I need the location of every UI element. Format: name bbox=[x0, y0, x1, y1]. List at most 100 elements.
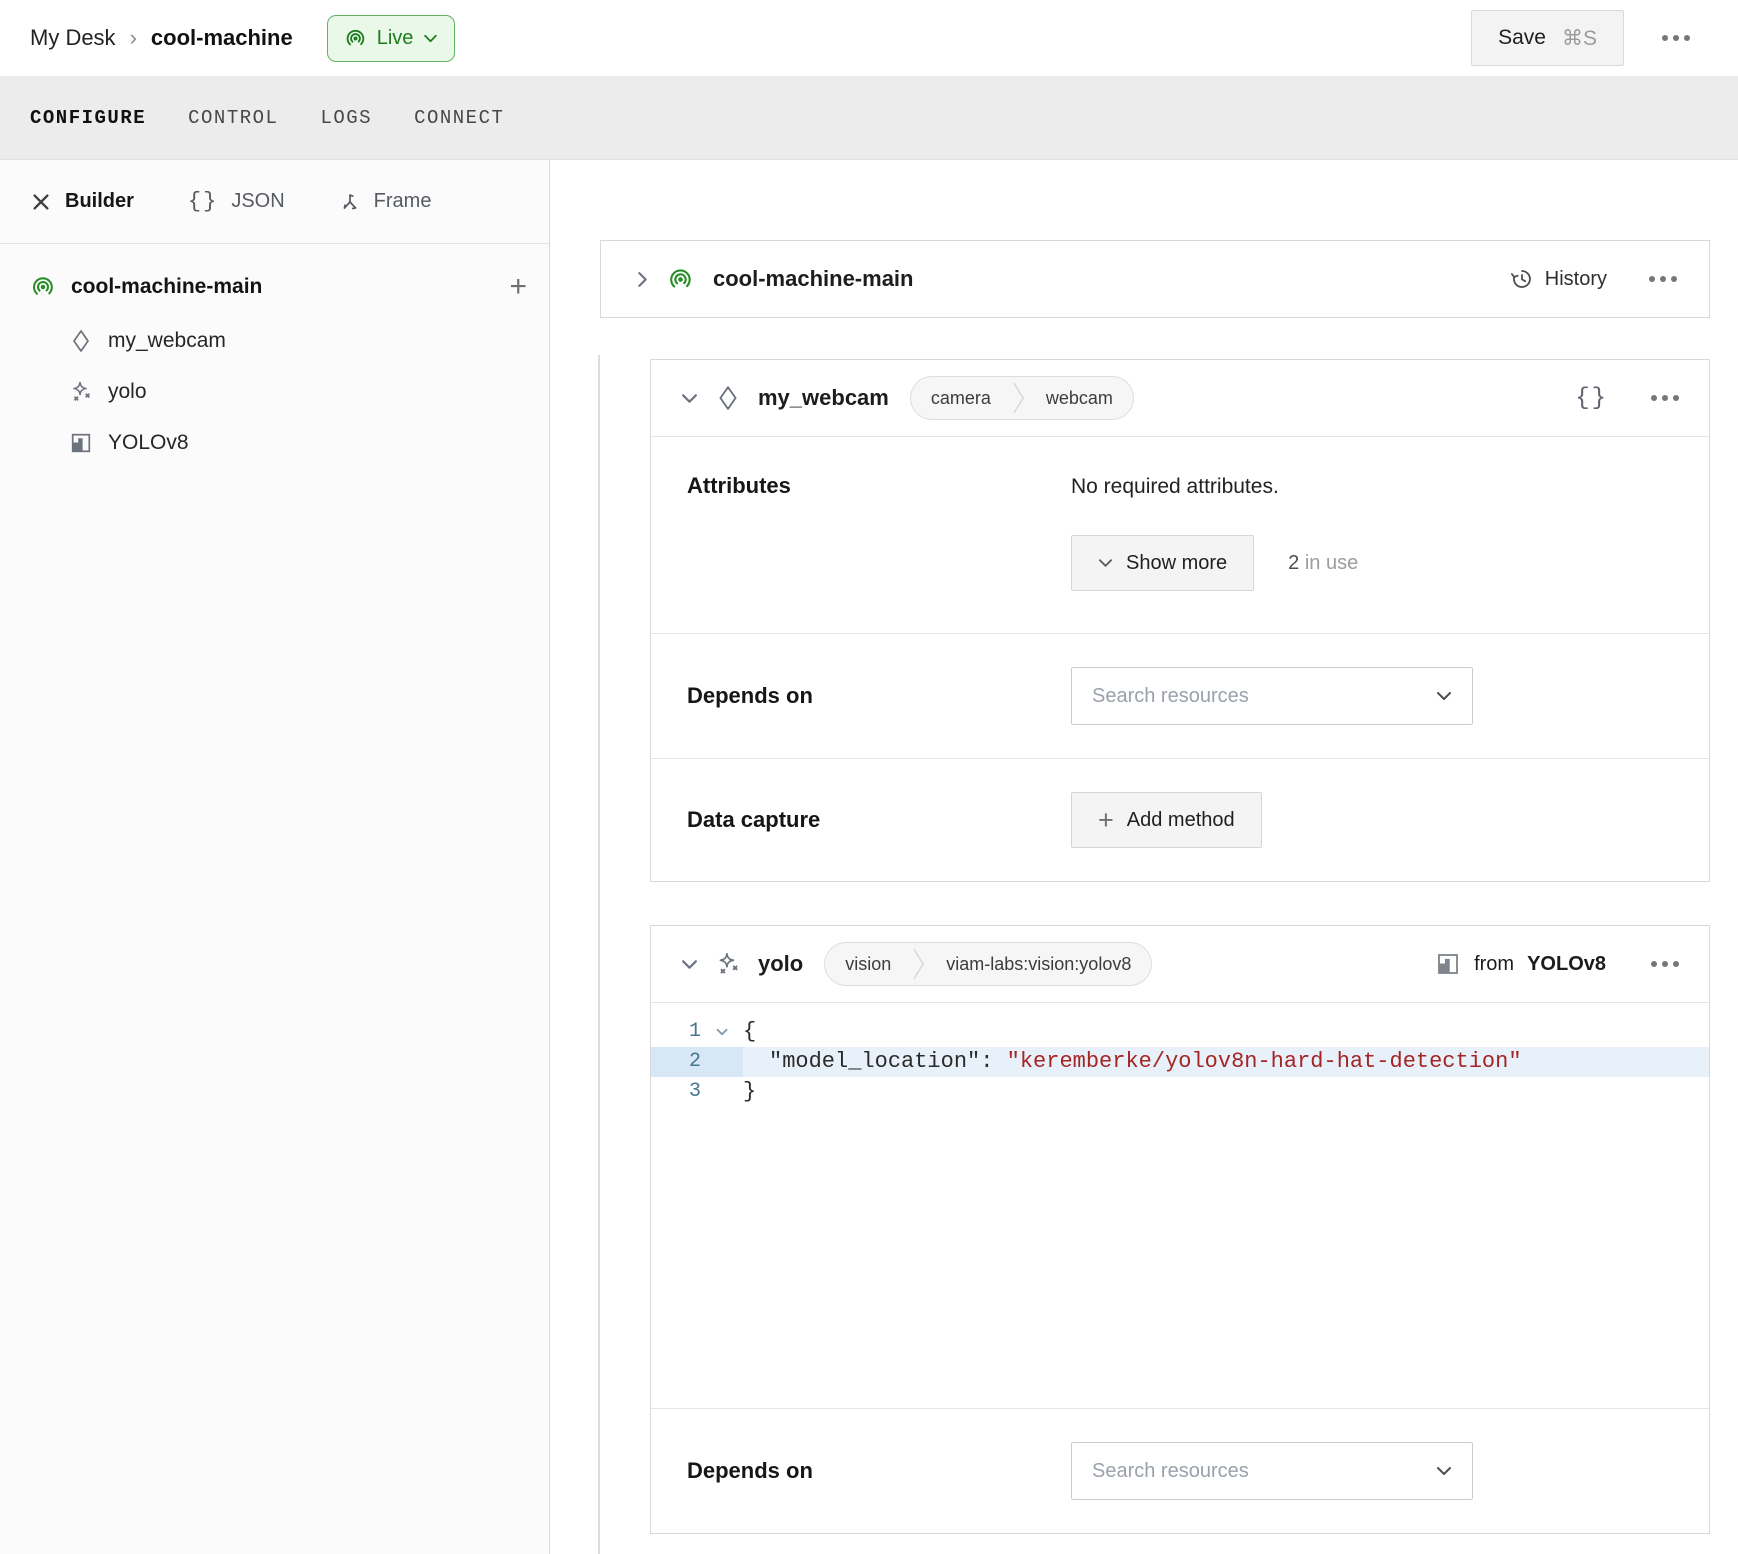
depends-on-select[interactable]: Search resources bbox=[1071, 667, 1473, 725]
data-capture-label: Data capture bbox=[687, 807, 1071, 833]
webcam-card-title: my_webcam bbox=[758, 385, 889, 411]
json-tab-label: JSON bbox=[231, 190, 284, 213]
breadcrumb-separator: › bbox=[130, 25, 137, 51]
tree-item-label: yolo bbox=[108, 380, 147, 404]
live-status-dropdown[interactable]: Live bbox=[327, 15, 456, 62]
service-card-yolo: yolo vision viam-labs:vision:yolov8 bbox=[650, 925, 1710, 1534]
frame-tab-label: Frame bbox=[374, 190, 432, 213]
frame-axis-icon bbox=[339, 191, 361, 213]
builder-tab-label: Builder bbox=[65, 190, 134, 213]
module-icon bbox=[69, 431, 93, 455]
machine-name-title: cool-machine bbox=[151, 25, 293, 51]
line-number: 2 bbox=[651, 1047, 701, 1077]
model-tag: webcam bbox=[1026, 388, 1133, 409]
view-tab-builder[interactable]: Builder bbox=[30, 190, 134, 213]
add-method-label: Add method bbox=[1127, 809, 1235, 832]
yolo-menu-button[interactable] bbox=[1649, 955, 1681, 973]
depends-on-select[interactable]: Search resources bbox=[1071, 1442, 1473, 1500]
type-tag: vision bbox=[825, 954, 911, 975]
json-string-value: "keremberke/yolov8n-hard-hat-detection" bbox=[1007, 1049, 1522, 1074]
yolo-depends-on-section: Depends on Search resources bbox=[651, 1408, 1709, 1533]
chevron-down-icon bbox=[423, 34, 438, 43]
line-number: 3 bbox=[651, 1077, 701, 1107]
builder-tools-icon bbox=[30, 191, 52, 213]
chevron-right-icon[interactable] bbox=[637, 271, 648, 288]
tab-control[interactable]: CONTROL bbox=[188, 107, 278, 129]
live-label: Live bbox=[377, 27, 414, 50]
add-resource-button[interactable]: + bbox=[509, 272, 527, 302]
tab-configure[interactable]: CONFIGURE bbox=[30, 107, 146, 129]
chevron-down-icon[interactable] bbox=[681, 959, 698, 970]
code-line-1: 1 { bbox=[651, 1017, 1709, 1047]
vision-service-sparkle-icon bbox=[715, 951, 741, 977]
no-attributes-note: No required attributes. bbox=[1071, 475, 1679, 499]
attributes-json-editor[interactable]: 1 { 2 "model_location": "keremberke/yol bbox=[651, 1003, 1709, 1408]
tree-item-yolo[interactable]: yolo bbox=[30, 380, 527, 404]
machine-part-card: cool-machine-main History bbox=[600, 240, 1710, 318]
config-main-panel: cool-machine-main History bbox=[550, 160, 1738, 1554]
plus-icon: + bbox=[1098, 807, 1114, 834]
from-module-name: YOLOv8 bbox=[1527, 953, 1606, 976]
from-prefix: from bbox=[1474, 953, 1514, 976]
nesting-guide-line bbox=[598, 355, 600, 1554]
edit-json-icon[interactable]: {} bbox=[1575, 385, 1608, 412]
camera-component-icon bbox=[715, 385, 741, 411]
attributes-in-use-count: 2 in use bbox=[1288, 552, 1358, 575]
yolo-card-title: yolo bbox=[758, 951, 803, 977]
app-header: My Desk › cool-machine Live Save ⌘S bbox=[0, 0, 1738, 76]
line-number: 1 bbox=[651, 1017, 701, 1047]
resource-tree: cool-machine-main + my_webcam bbox=[0, 244, 549, 455]
component-card-my-webcam: my_webcam camera webcam {} Attributes No… bbox=[650, 359, 1710, 882]
module-icon bbox=[1435, 951, 1461, 977]
chevron-down-icon[interactable] bbox=[681, 393, 698, 404]
yolo-type-model-tag: vision viam-labs:vision:yolov8 bbox=[824, 942, 1152, 986]
part-name-label: cool-machine-main bbox=[71, 275, 262, 299]
depends-on-label: Depends on bbox=[687, 1458, 1071, 1484]
type-tag: camera bbox=[911, 388, 1011, 409]
depends-on-section: Depends on Search resources bbox=[651, 633, 1709, 758]
attributes-label: Attributes bbox=[687, 473, 1071, 591]
show-more-label: Show more bbox=[1126, 552, 1227, 575]
tree-item-my-webcam[interactable]: my_webcam bbox=[30, 329, 527, 353]
code-line-3: 3 } bbox=[651, 1077, 1709, 1107]
view-tab-json[interactable]: {} JSON bbox=[188, 189, 285, 214]
json-colon: : bbox=[980, 1049, 1006, 1074]
save-shortcut-hint: ⌘S bbox=[1562, 26, 1597, 51]
data-capture-section: Data capture + Add method bbox=[651, 758, 1709, 881]
fold-chevron-icon[interactable] bbox=[701, 1028, 743, 1036]
code-text: { bbox=[743, 1017, 1709, 1047]
config-view-tabs: Builder {} JSON Frame bbox=[0, 160, 549, 244]
code-text: "model_location": "keremberke/yolov8n-ha… bbox=[743, 1047, 1709, 1077]
tab-connect[interactable]: CONNECT bbox=[414, 107, 504, 129]
tree-item-machine-part[interactable]: cool-machine-main + bbox=[30, 272, 527, 302]
breadcrumb: My Desk › cool-machine bbox=[30, 25, 293, 51]
machine-menu-button[interactable] bbox=[1660, 29, 1692, 47]
yolo-card-header: yolo vision viam-labs:vision:yolov8 bbox=[651, 926, 1709, 1003]
save-button[interactable]: Save ⌘S bbox=[1471, 10, 1624, 66]
json-key: "model_location" bbox=[769, 1049, 980, 1074]
main-nav-tabs: CONFIGURE CONTROL LOGS CONNECT bbox=[0, 76, 1738, 160]
webcam-type-model-tag: camera webcam bbox=[910, 376, 1134, 420]
part-menu-button[interactable] bbox=[1647, 270, 1679, 288]
depends-on-placeholder: Search resources bbox=[1092, 685, 1249, 708]
from-module-link[interactable]: from YOLOv8 bbox=[1435, 951, 1606, 977]
attributes-section: Attributes No required attributes. Show … bbox=[651, 437, 1709, 633]
code-line-2-highlighted: 2 "model_location": "keremberke/yolov8n-… bbox=[651, 1047, 1709, 1077]
breadcrumb-parent-link[interactable]: My Desk bbox=[30, 25, 116, 51]
tree-item-label: YOLOv8 bbox=[108, 431, 189, 455]
add-method-button[interactable]: + Add method bbox=[1071, 792, 1262, 848]
show-more-button[interactable]: Show more bbox=[1071, 535, 1254, 591]
webcam-menu-button[interactable] bbox=[1649, 389, 1681, 407]
viam-part-icon bbox=[30, 274, 56, 300]
vision-service-sparkle-icon bbox=[69, 380, 93, 404]
model-tag: viam-labs:vision:yolov8 bbox=[926, 954, 1151, 975]
viam-live-icon bbox=[344, 27, 367, 50]
history-label: History bbox=[1545, 268, 1607, 291]
history-button[interactable]: History bbox=[1510, 267, 1607, 291]
view-tab-frame[interactable]: Frame bbox=[339, 190, 432, 213]
depends-on-label: Depends on bbox=[687, 683, 1071, 709]
tree-item-yolov8-module[interactable]: YOLOv8 bbox=[30, 431, 527, 455]
save-label: Save bbox=[1498, 26, 1546, 50]
tab-logs[interactable]: LOGS bbox=[320, 107, 372, 129]
config-sidebar: Builder {} JSON Frame bbox=[0, 160, 550, 1554]
